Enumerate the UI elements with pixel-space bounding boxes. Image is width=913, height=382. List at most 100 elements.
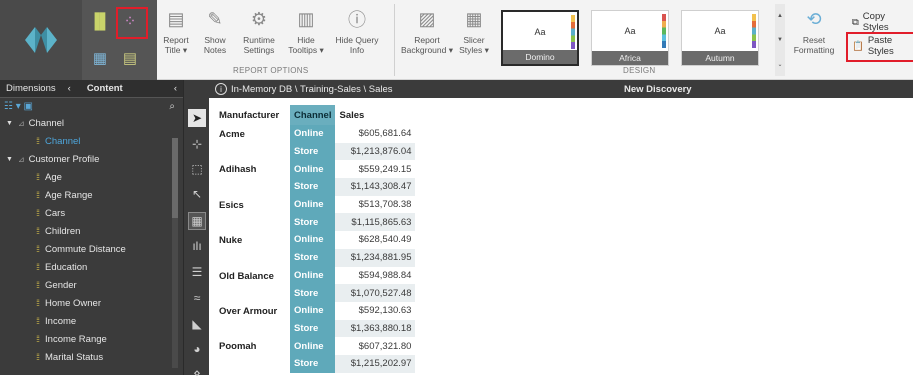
collapse-icon[interactable]: ‹ — [168, 83, 183, 94]
tree-item-label: Channel — [28, 117, 65, 129]
tree-folder[interactable]: ▼ ⊿ Channel — [0, 114, 183, 132]
folder-icon: ⊿ — [17, 154, 25, 164]
tree-field[interactable]: ⁞⁞ Cars — [0, 204, 183, 222]
manufacturer-cell: Over Armour — [219, 305, 278, 317]
add-field-icon[interactable]: ⊹ — [188, 135, 206, 153]
cursor-icon[interactable]: ↖ — [188, 185, 206, 203]
field-grip-icon: ⁞⁞ — [36, 226, 40, 236]
tree-field[interactable]: ⁞⁞ Marital Status — [0, 348, 183, 366]
manufacturer-cell: Poomah — [219, 341, 257, 353]
tree-field[interactable]: ⁞⁞ Education — [0, 258, 183, 276]
chevron-left-icon[interactable]: ‹ — [62, 83, 77, 94]
runtime-settings-button[interactable]: ⚙ Runtime Settings — [238, 0, 280, 68]
tree-item-label: Channel — [45, 135, 81, 147]
tree-item-label: Commute Distance — [45, 243, 126, 255]
table-row[interactable]: Acme Online $605,681.64 — [215, 125, 415, 143]
sales-cell: $513,708.38 — [358, 199, 412, 211]
hide-query-info-button[interactable]: ⓘ Hide Query Info — [332, 0, 382, 68]
col-manufacturer[interactable]: Manufacturer — [215, 105, 290, 125]
caret-down-icon[interactable]: ▼ — [6, 120, 13, 127]
table-row[interactable]: Nuke Online $628,540.49 — [215, 231, 415, 249]
column-chart-icon[interactable]: ılı — [188, 237, 206, 255]
filter-select-icon[interactable]: ⬚ — [188, 160, 206, 178]
palette-swatch — [571, 15, 575, 49]
copy-icon: ⧉ — [852, 16, 859, 28]
discovery-title: New Discovery — [624, 84, 692, 95]
breadcrumb: In-Memory DB \ Training-Sales \ Sales — [231, 83, 393, 95]
tree-item-label: Home Owner — [45, 297, 101, 309]
col-sales[interactable]: Sales — [335, 105, 415, 125]
left-panel: Dimensions ‹ Content ‹ ☷ ▾ ▣ ⌕ ▼ ⊿ Channel… — [0, 80, 183, 375]
highlight-box — [846, 32, 913, 62]
theme-domino[interactable]: Aa Domino — [501, 10, 579, 66]
bar-chart-icon[interactable]: ▐▌ — [89, 10, 111, 32]
grid-icon[interactable]: ▤ — [119, 47, 141, 69]
sales-cell: $1,215,202.97 — [335, 354, 416, 373]
tab-content[interactable]: Content — [77, 83, 129, 94]
hide-tooltips-button[interactable]: ▥ Hide Tooltips ▾ — [285, 0, 327, 68]
caret-down-icon[interactable]: ▼ — [6, 156, 13, 163]
settings-icon: ⚙ — [250, 8, 268, 29]
tree-field[interactable]: ⁞⁞ Age Range — [0, 186, 183, 204]
grid-view-icon[interactable]: ▦ — [188, 212, 206, 230]
sales-cell: $628,540.49 — [358, 234, 412, 246]
col-channel[interactable]: Channel — [290, 105, 336, 125]
slicer-styles-button[interactable]: ▦ Slicer Styles ▾ — [456, 0, 492, 68]
header-row: Manufacturer Channel Sales — [215, 105, 415, 125]
panel-scrollbar[interactable] — [172, 138, 178, 368]
group-divider — [394, 4, 395, 76]
pointer-icon[interactable]: ➤ — [188, 109, 206, 127]
tree-field[interactable]: ⁞⁞ Home Owner — [0, 294, 183, 312]
theme-autumn[interactable]: Aa Autumn — [681, 10, 759, 66]
scroll-up-icon[interactable]: ▲ — [775, 4, 785, 28]
info-icon[interactable]: i — [215, 83, 227, 95]
tree-item-label: Age Range — [45, 189, 93, 201]
sales-cell: $1,143,308.47 — [335, 178, 416, 196]
tree-field[interactable]: ⁞⁞ Gender — [0, 276, 183, 294]
design-label: DESIGN — [623, 66, 656, 75]
table-row[interactable]: Adihash Online $559,249.15 — [215, 160, 415, 179]
report-title-button[interactable]: ▤ Report Title ▾ — [160, 0, 192, 68]
app-logo[interactable] — [0, 0, 82, 80]
theme-africa[interactable]: Aa Africa — [591, 10, 669, 66]
tree-field[interactable]: ⁞⁞ Income Range — [0, 330, 183, 348]
table-row[interactable]: Esics Online $513,708.38 — [215, 195, 415, 214]
field-grip-icon: ⁞⁞ — [36, 136, 40, 146]
tab-dimensions[interactable]: Dimensions — [0, 83, 62, 94]
expand-icon[interactable]: ⌄ — [775, 52, 785, 76]
channel-cell: Online — [290, 160, 336, 179]
tree-item-label: Marital Status — [45, 351, 104, 363]
table-row[interactable]: Over Armour Online $592,130.63 — [215, 301, 415, 320]
report-options-label: REPORT OPTIONS — [233, 66, 309, 75]
tree-folder[interactable]: ▼ ⊿ Customer Profile — [0, 150, 183, 168]
tree-field[interactable]: ⁞⁞ Income — [0, 312, 183, 330]
report-background-button[interactable]: ▨ Report Background ▾ — [400, 0, 454, 68]
tree-field[interactable]: ⁞⁞ Age — [0, 168, 183, 186]
tree-field[interactable]: ⁞⁞ Commute Distance — [0, 240, 183, 258]
map-icon[interactable]: ▦ — [89, 47, 111, 69]
reset-formatting-button[interactable]: ⟲ Reset Formatting — [792, 0, 836, 68]
manufacturer-cell: Adihash — [219, 164, 257, 176]
more-chart-icon[interactable]: ⋄ — [188, 364, 206, 382]
sales-cell: $1,363,880.18 — [335, 319, 416, 338]
tree-view-icon[interactable]: ☷ ▾ ▣ — [4, 101, 33, 112]
manufacturer-cell: Old Balance — [219, 270, 274, 282]
pie-chart-icon[interactable]: ◕ — [188, 340, 206, 358]
field-grip-icon: ⁞⁞ — [36, 298, 40, 308]
copy-styles-button[interactable]: ⧉ Copy Styles — [852, 11, 913, 33]
scroll-down-icon[interactable]: ▼ — [775, 28, 785, 52]
table-row[interactable]: Poomah Online $607,321.80 — [215, 337, 415, 355]
tree-field[interactable]: ⁞⁞ Children — [0, 222, 183, 240]
manufacturer-cell: Acme — [219, 129, 245, 140]
line-chart-icon[interactable]: ≈ — [188, 289, 206, 307]
table-row[interactable]: Old Balance Online $594,988.84 — [215, 266, 415, 285]
tree-field[interactable]: ⁞⁞ Channel — [0, 132, 183, 150]
tree-item-label: Children — [45, 225, 81, 237]
show-notes-button[interactable]: ✎ Show Notes — [199, 0, 231, 68]
search-icon[interactable]: ⌕ — [169, 101, 175, 112]
bar-chart-icon[interactable]: ☰ — [188, 263, 206, 281]
scroll-thumb[interactable] — [172, 138, 178, 218]
theme-scroll[interactable]: ▲ ▼ ⌄ — [775, 4, 785, 76]
channel-cell: Online — [290, 337, 336, 355]
area-chart-icon[interactable]: ◣ — [188, 315, 206, 333]
